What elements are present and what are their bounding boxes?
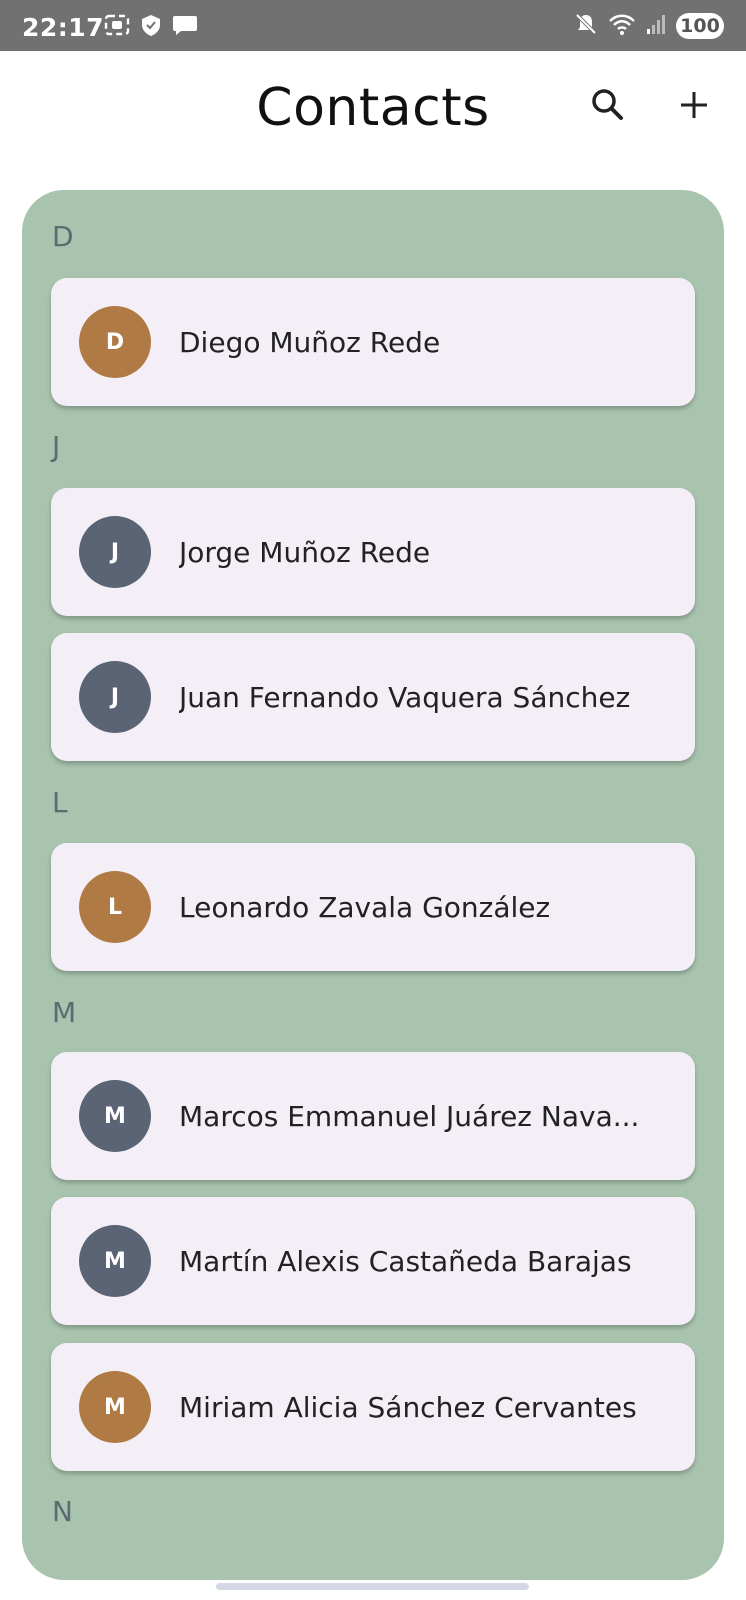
home-indicator[interactable]: [216, 1583, 529, 1590]
battery-indicator: 100: [676, 13, 724, 39]
contact-name: Jorge Muñoz Rede: [179, 535, 431, 569]
contact-card[interactable]: L Leonardo Zavala González: [51, 843, 695, 971]
avatar: J: [79, 661, 151, 733]
status-time: 22:17: [22, 13, 105, 42]
status-bar: 22:17 100: [0, 0, 746, 51]
wifi-icon: [608, 12, 636, 40]
mute-icon: [574, 12, 598, 40]
plus-icon: [678, 89, 710, 125]
status-left-icons: [104, 13, 198, 41]
avatar: D: [79, 306, 151, 378]
contact-card[interactable]: J Jorge Muñoz Rede: [51, 488, 695, 616]
section-header-n: N: [52, 1495, 73, 1528]
search-button[interactable]: [586, 85, 630, 129]
section-header-j: J: [52, 430, 61, 463]
app-header: Contacts: [0, 51, 746, 186]
contact-name: Juan Fernando Vaquera Sánchez: [179, 680, 631, 714]
screen-record-icon: [104, 13, 130, 41]
contact-name: Diego Muñoz Rede: [179, 325, 441, 359]
avatar: M: [79, 1080, 151, 1152]
contact-card[interactable]: D Diego Muñoz Rede: [51, 278, 695, 406]
contacts-list[interactable]: D D Diego Muñoz Rede J J Jorge Muñoz Red…: [22, 190, 724, 1580]
avatar: M: [79, 1371, 151, 1443]
search-icon: [590, 87, 626, 127]
section-header-m: M: [52, 996, 77, 1029]
section-header-d: D: [52, 220, 74, 253]
avatar: J: [79, 516, 151, 588]
contact-name: Leonardo Zavala González: [179, 890, 551, 924]
contact-name: Martín Alexis Castañeda Barajas: [179, 1244, 632, 1278]
contact-card[interactable]: M Marcos Emmanuel Juárez Nava...: [51, 1052, 695, 1180]
contact-card[interactable]: J Juan Fernando Vaquera Sánchez: [51, 633, 695, 761]
avatar: M: [79, 1225, 151, 1297]
contact-card[interactable]: M Martín Alexis Castañeda Barajas: [51, 1197, 695, 1325]
add-contact-button[interactable]: [672, 85, 716, 129]
status-right-icons: 100: [574, 12, 724, 40]
section-header-l: L: [52, 786, 68, 819]
contact-name: Miriam Alicia Sánchez Cervantes: [179, 1390, 637, 1424]
contact-card[interactable]: M Miriam Alicia Sánchez Cervantes: [51, 1343, 695, 1471]
message-icon: [172, 13, 198, 41]
contact-name: Marcos Emmanuel Juárez Nava...: [179, 1099, 640, 1133]
page-title: Contacts: [256, 78, 490, 138]
shield-icon: [140, 13, 162, 41]
signal-icon: [646, 12, 666, 40]
avatar: L: [79, 871, 151, 943]
